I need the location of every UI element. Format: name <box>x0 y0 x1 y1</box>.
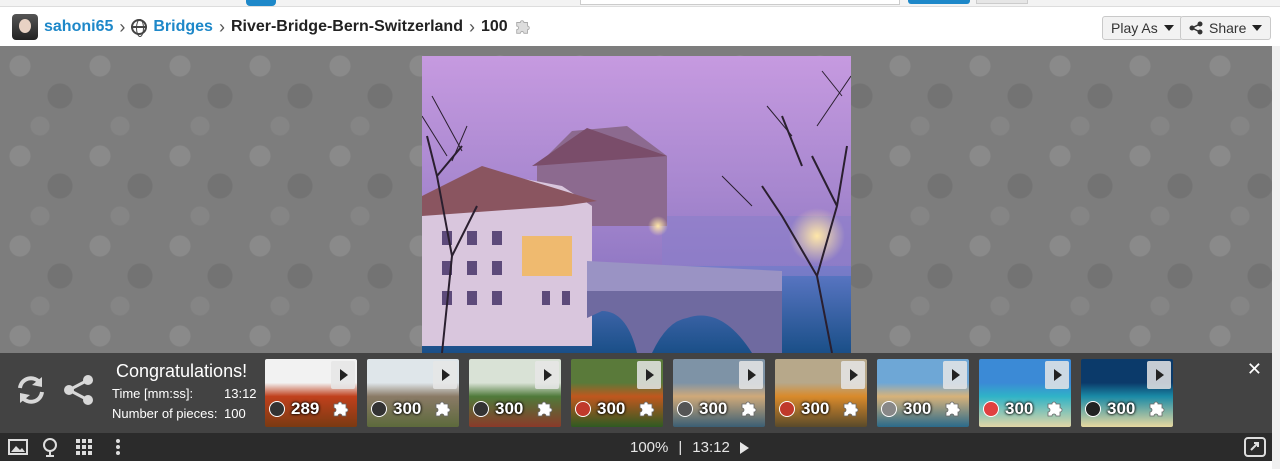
thumb-piece-count: 300 <box>903 399 932 418</box>
ghost-image-icon[interactable] <box>40 437 60 457</box>
author-avatar <box>473 401 489 417</box>
puzzle-piece-icon <box>1047 401 1063 417</box>
puzzle-header: sahoni65 › Bridges › River-Bridge-Bern-S… <box>0 8 1280 46</box>
primary-header-button[interactable] <box>908 0 970 4</box>
chevron-right-icon: › <box>119 16 126 37</box>
suggested-puzzle-thumb[interactable]: 300 <box>673 359 765 427</box>
completed-puzzle-image <box>422 56 851 353</box>
play-icon[interactable] <box>1147 361 1171 389</box>
play-icon[interactable] <box>535 361 559 389</box>
thumb-piece-count: 300 <box>1107 399 1136 418</box>
author-avatar <box>779 401 795 417</box>
puzzle-piece-icon <box>741 401 757 417</box>
puzzle-piece-icon <box>537 401 553 417</box>
thumb-piece-count: 300 <box>495 399 524 418</box>
chevron-right-icon: › <box>468 16 475 37</box>
share-icon <box>1189 21 1203 35</box>
play-icon[interactable] <box>739 361 763 389</box>
play-as-button[interactable]: Play As <box>1102 16 1183 40</box>
caret-down-icon <box>1163 25 1174 31</box>
author-avatar <box>983 401 999 417</box>
page-scrollbar[interactable] <box>1272 46 1280 469</box>
author-avatar <box>575 401 591 417</box>
congratulations-title: Congratulations! <box>116 361 248 381</box>
close-icon[interactable]: ✕ <box>1247 359 1262 380</box>
play-icon[interactable] <box>1045 361 1069 389</box>
site-logo[interactable] <box>246 0 276 6</box>
puzzle-piece-icon <box>515 20 530 34</box>
more-menu-icon[interactable] <box>108 437 128 457</box>
breadcrumb-user[interactable]: sahoni65 <box>44 18 113 36</box>
share-label: Share <box>1209 20 1247 36</box>
play-icon[interactable] <box>739 441 749 454</box>
secondary-header-button[interactable] <box>976 0 1028 4</box>
breadcrumb-puzzle-name: River-Bridge-Bern-Switzerland <box>230 18 463 35</box>
suggested-puzzle-thumb[interactable]: 300 <box>775 359 867 427</box>
thumb-piece-count: 289 <box>291 399 320 418</box>
author-avatar <box>1085 401 1101 417</box>
share-button[interactable]: Share <box>1180 16 1272 40</box>
thumb-piece-count: 300 <box>699 399 728 418</box>
congratulations-panel: Congratulations! Time [mm:ss]: 13:12 Num… <box>0 353 1272 433</box>
puzzle-board[interactable] <box>0 46 1272 353</box>
thumb-piece-count: 300 <box>597 399 626 418</box>
puzzle-piece-icon <box>333 401 349 417</box>
search-input[interactable] <box>580 0 900 5</box>
suggested-puzzle-thumb[interactable]: 300 <box>1081 359 1173 427</box>
play-icon[interactable] <box>331 361 355 389</box>
time-value: 13:12 <box>224 386 257 401</box>
suggested-puzzle-thumb[interactable]: 300 <box>877 359 969 427</box>
caret-down-icon <box>1252 25 1263 31</box>
top-toolbar-strip <box>0 0 1280 7</box>
thumb-piece-count: 300 <box>1005 399 1034 418</box>
author-avatar <box>269 401 285 417</box>
thumb-piece-count: 300 <box>801 399 830 418</box>
suggested-puzzle-thumb[interactable]: 300 <box>571 359 663 427</box>
user-avatar[interactable] <box>12 14 38 40</box>
chevron-right-icon: › <box>218 16 225 37</box>
author-avatar <box>371 401 387 417</box>
play-icon[interactable] <box>637 361 661 389</box>
time-label: Time [mm:ss]: <box>112 386 194 401</box>
suggested-puzzle-thumb[interactable]: 300 <box>979 359 1071 427</box>
fullscreen-icon[interactable] <box>1244 437 1266 457</box>
restart-icon[interactable] <box>14 373 48 407</box>
suggested-puzzle-thumb[interactable]: 300 <box>367 359 459 427</box>
status-center: 100% | 13:12 <box>630 439 749 456</box>
puzzle-piece-icon <box>945 401 961 417</box>
grid-sort-icon[interactable] <box>74 437 94 457</box>
pieces-label: Number of pieces: <box>112 406 218 421</box>
image-preview-icon[interactable] <box>8 437 28 457</box>
status-divider: | <box>678 439 683 456</box>
puzzle-piece-icon <box>843 401 859 417</box>
timer: 13:12 <box>692 439 730 456</box>
breadcrumb-category[interactable]: Bridges <box>153 18 213 36</box>
share-icon[interactable] <box>62 373 96 407</box>
play-as-label: Play As <box>1111 20 1158 36</box>
author-avatar <box>881 401 897 417</box>
play-icon[interactable] <box>943 361 967 389</box>
zoom-level[interactable]: 100% <box>630 439 668 456</box>
globe-icon <box>131 19 148 37</box>
author-avatar <box>677 401 693 417</box>
status-bar: 100% | 13:12 <box>0 433 1272 461</box>
pieces-value: 100 <box>224 406 246 421</box>
page-bottom <box>0 461 1272 469</box>
suggested-puzzle-thumb[interactable]: 300 <box>469 359 561 427</box>
thumb-piece-count: 300 <box>393 399 422 418</box>
suggested-puzzle-thumb[interactable]: 289 <box>265 359 357 427</box>
breadcrumb-pieces[interactable]: 100 <box>481 18 508 36</box>
puzzle-piece-icon <box>1149 401 1165 417</box>
play-icon[interactable] <box>433 361 457 389</box>
suggested-puzzles: 289 300 300 300 300 300 300 300 300 <box>265 359 1173 427</box>
puzzle-piece-icon <box>639 401 655 417</box>
breadcrumb: sahoni65 › Bridges › River-Bridge-Bern-S… <box>12 14 532 40</box>
puzzle-piece-icon <box>435 401 451 417</box>
play-icon[interactable] <box>841 361 865 389</box>
